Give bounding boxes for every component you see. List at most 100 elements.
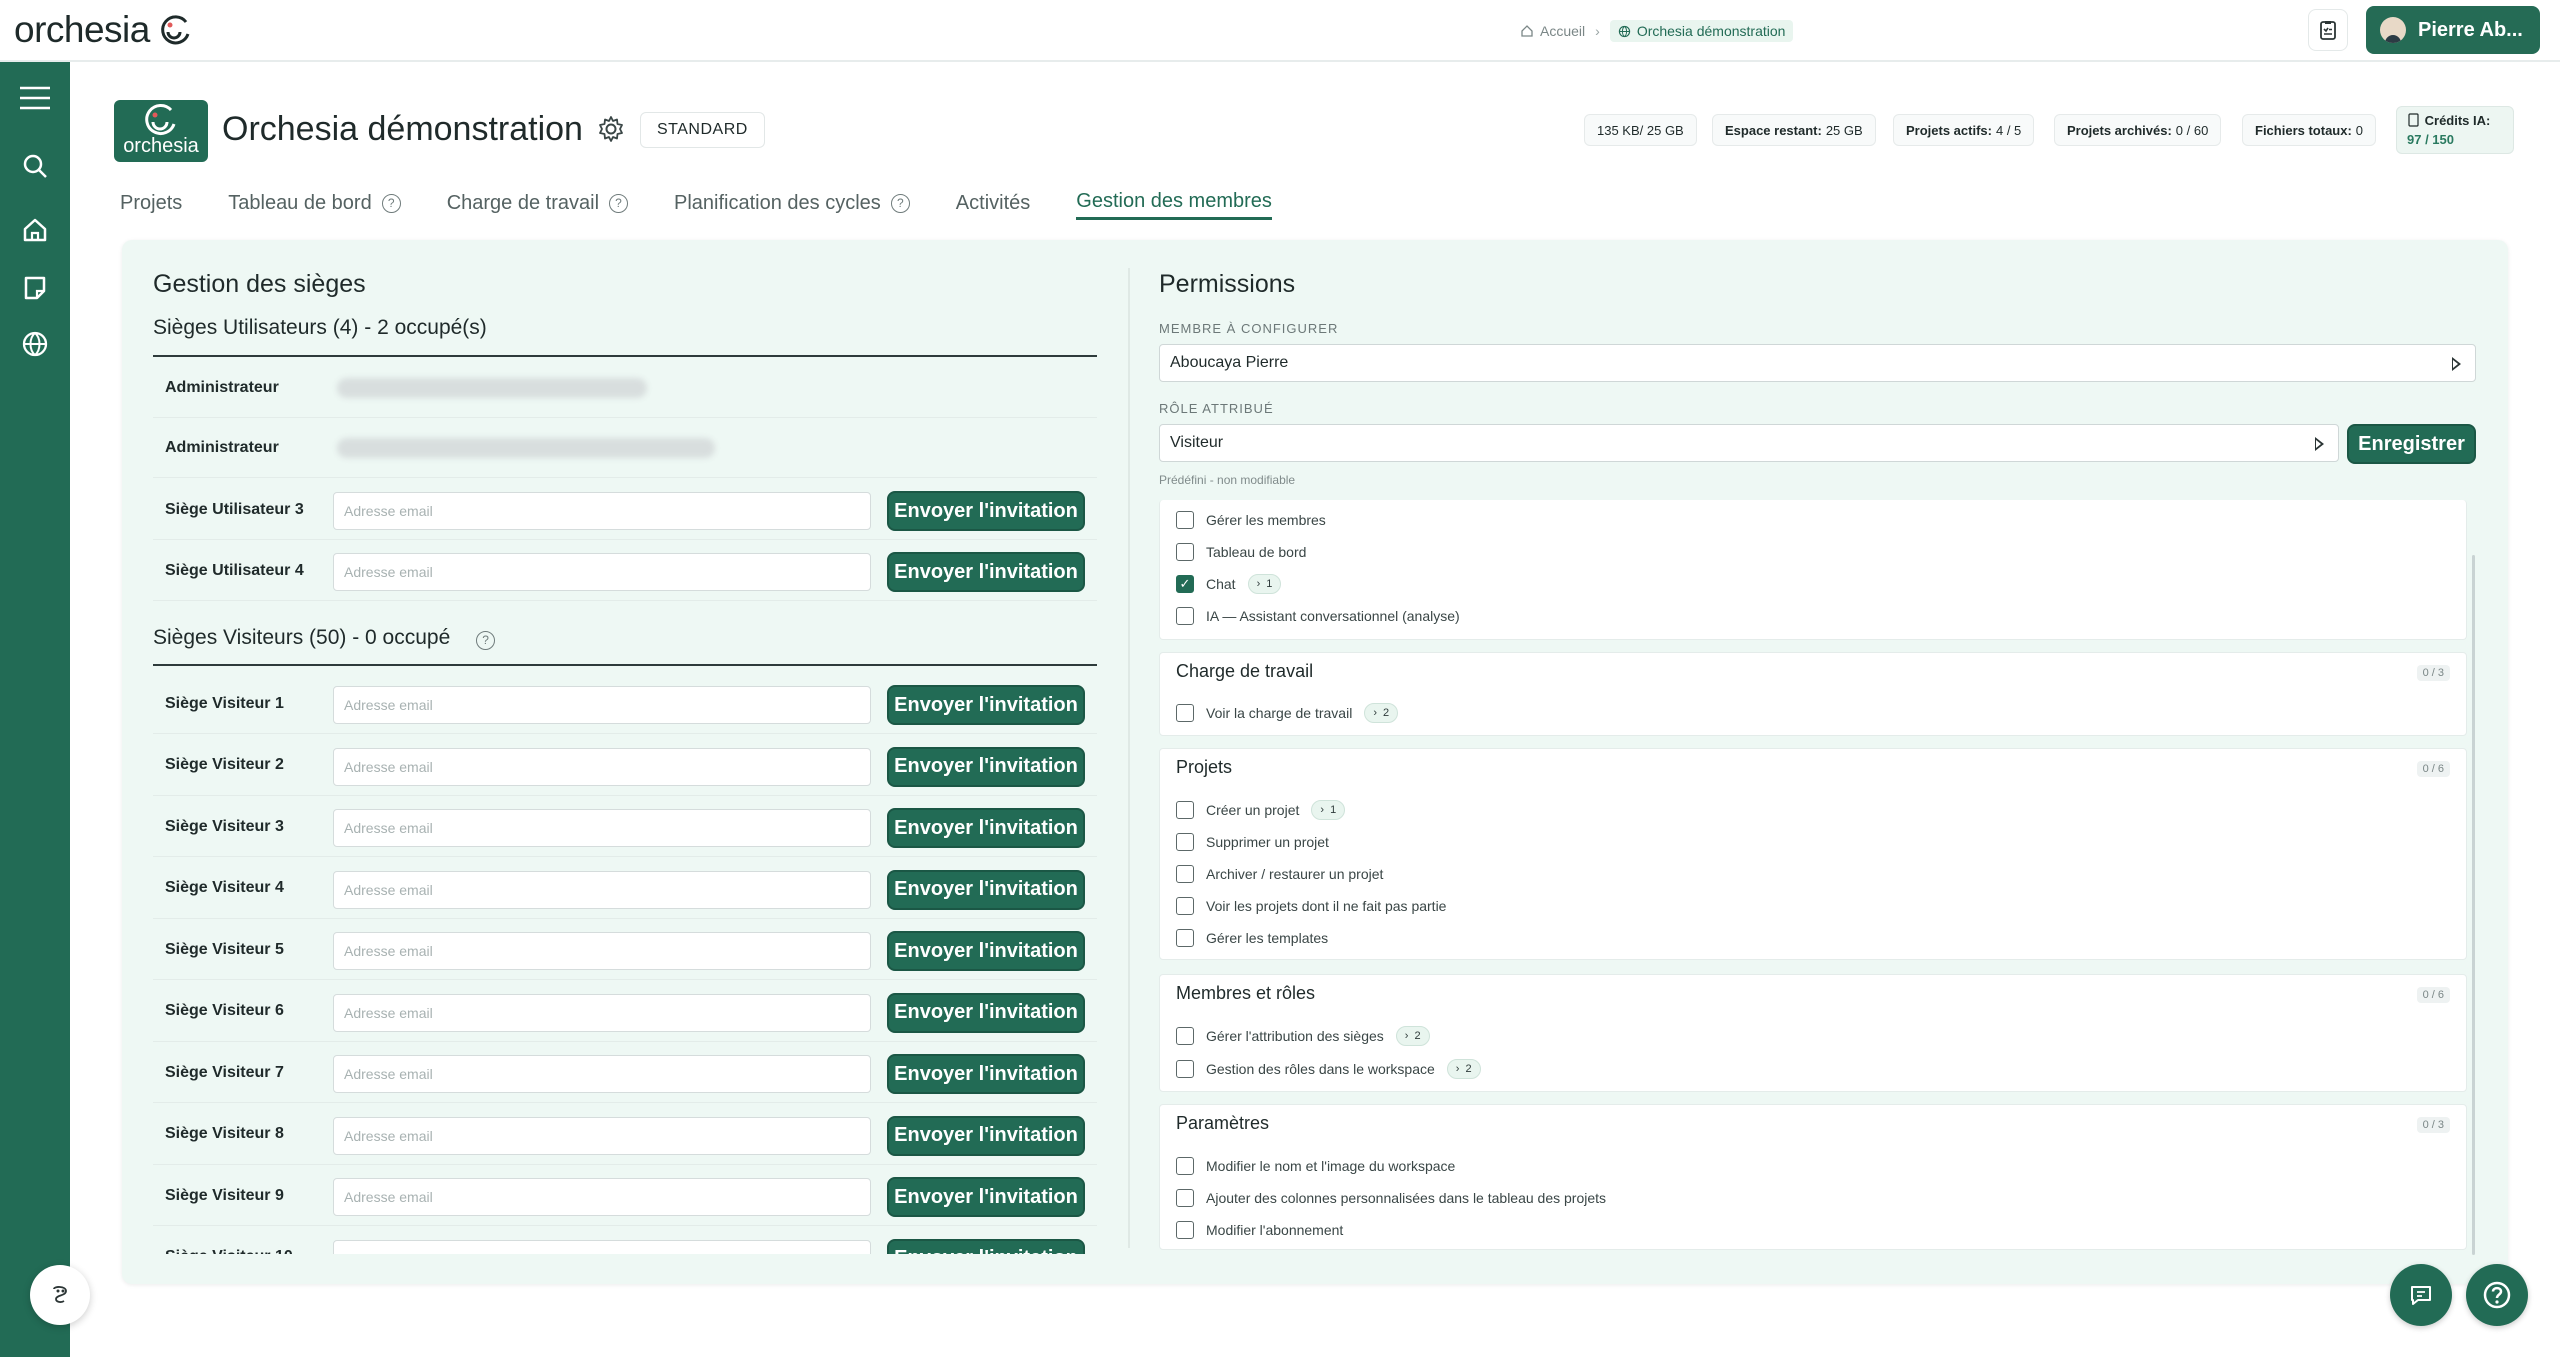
permission-item[interactable]: Gérer l'attribution des sièges › 2 xyxy=(1176,1025,1430,1047)
permission-item[interactable]: Supprimer un projet xyxy=(1176,831,1329,853)
permission-item[interactable]: Modifier le nom et l'image du workspace xyxy=(1176,1155,1455,1177)
email-field[interactable] xyxy=(333,1178,871,1216)
permission-item[interactable]: Ajouter des colonnes personnalisées dans… xyxy=(1176,1187,1606,1209)
save-button[interactable]: Enregistrer xyxy=(2347,424,2476,464)
dependency-chip[interactable]: › 1 xyxy=(1247,574,1282,594)
assistant-button[interactable] xyxy=(30,1265,90,1325)
tab-gestion-membres[interactable]: Gestion des membres xyxy=(1076,186,1272,220)
send-invitation-button[interactable]: Envoyer l'invitation xyxy=(887,1177,1085,1217)
user-menu-button[interactable]: Pierre Ab... xyxy=(2366,6,2540,54)
tasks-button[interactable] xyxy=(2308,9,2348,51)
send-invitation-button[interactable]: Envoyer l'invitation xyxy=(887,685,1085,725)
send-invitation-button[interactable]: Envoyer l'invitation xyxy=(887,808,1085,848)
email-field[interactable] xyxy=(333,1055,871,1093)
checkbox[interactable] xyxy=(1176,929,1194,947)
permissions-list[interactable]: Gérer les membres Tableau de bord ✓ Chat ›… xyxy=(1159,500,2477,1255)
permission-item[interactable]: Créer un projet › 1 xyxy=(1176,799,1346,821)
tab-charge-de-travail[interactable]: Charge de travail? xyxy=(447,186,629,220)
permission-item[interactable]: ✓ Chat › 1 xyxy=(1176,573,1282,595)
checkbox[interactable] xyxy=(1176,543,1194,561)
role-select[interactable]: Visiteur xyxy=(1159,424,2339,462)
seat-row: Siège Utilisateur 3 Envoyer l'invitation xyxy=(153,480,1097,540)
email-field[interactable] xyxy=(333,686,871,724)
email-field[interactable] xyxy=(333,747,871,786)
send-invitation-button[interactable]: Envoyer l'invitation xyxy=(887,491,1085,531)
seat-row: Administrateur xyxy=(153,358,1097,418)
tab-tableau-de-bord[interactable]: Tableau de bord? xyxy=(228,186,401,220)
notes-icon[interactable] xyxy=(15,268,55,308)
checkbox[interactable] xyxy=(1176,1221,1194,1239)
globe-icon[interactable] xyxy=(15,324,55,364)
help-icon[interactable]: ? xyxy=(476,630,496,650)
checkbox[interactable] xyxy=(1176,1027,1194,1045)
help-icon[interactable]: ? xyxy=(890,193,910,213)
email-field[interactable] xyxy=(333,553,871,591)
role-hint: Prédéfini - non modifiable xyxy=(1159,473,1296,487)
dependency-chip[interactable]: › 2 xyxy=(1446,1059,1481,1079)
tab-planification[interactable]: Planification des cycles? xyxy=(674,186,910,220)
permission-item[interactable]: Modifier l'abonnement xyxy=(1176,1219,1343,1241)
checkbox[interactable] xyxy=(1176,801,1194,819)
dependency-chip[interactable]: › 1 xyxy=(1311,800,1346,820)
help-icon[interactable]: ? xyxy=(609,193,629,213)
checkbox[interactable] xyxy=(1176,607,1194,625)
menu-icon[interactable] xyxy=(15,78,55,118)
breadcrumb-current[interactable]: Orchesia démonstration xyxy=(1609,20,1794,42)
permission-item[interactable]: IA — Assistant conversationnel (analyse) xyxy=(1176,605,1460,627)
member-select[interactable]: Aboucaya Pierre xyxy=(1159,344,2476,382)
app-logo[interactable]: orchesia xyxy=(14,9,192,50)
help-icon[interactable]: ? xyxy=(381,193,401,213)
seat-row: Siège Visiteur 2 Envoyer l'invitation xyxy=(153,736,1097,796)
caret-right-icon xyxy=(2315,437,2324,451)
email-field[interactable] xyxy=(333,1239,871,1254)
chat-button[interactable] xyxy=(2390,1264,2452,1326)
send-invitation-button[interactable]: Envoyer l'invitation xyxy=(887,552,1085,592)
workspace-logo-mark-icon xyxy=(145,104,176,135)
scrollbar[interactable] xyxy=(2472,555,2475,1255)
email-field[interactable] xyxy=(333,1116,871,1155)
send-invitation-button[interactable]: Envoyer l'invitation xyxy=(887,931,1085,971)
permission-item[interactable]: Voir la charge de travail › 2 xyxy=(1176,702,1399,724)
permission-item[interactable]: Tableau de bord xyxy=(1176,541,1306,563)
tab-projets[interactable]: Projets xyxy=(120,186,182,220)
send-invitation-button[interactable]: Envoyer l'invitation xyxy=(887,1238,1085,1254)
email-field[interactable] xyxy=(333,932,871,970)
permission-item[interactable]: Gérer les membres xyxy=(1176,509,1326,531)
breadcrumb-home[interactable]: Accueil xyxy=(1520,23,1585,39)
seat-row: Siège Utilisateur 4 Envoyer l'invitation xyxy=(153,541,1097,601)
checkbox[interactable] xyxy=(1176,897,1194,915)
checkbox[interactable] xyxy=(1176,704,1194,722)
checkbox[interactable] xyxy=(1176,833,1194,851)
dependency-chip[interactable]: › 2 xyxy=(1364,703,1399,723)
search-icon[interactable] xyxy=(15,146,55,186)
credits-icon xyxy=(2408,113,2419,127)
checkbox[interactable] xyxy=(1176,1189,1194,1207)
help-button[interactable] xyxy=(2466,1264,2528,1326)
permission-item[interactable]: Archiver / restaurer un projet xyxy=(1176,863,1383,885)
breadcrumb-separator-icon: › xyxy=(1595,23,1600,39)
email-field[interactable] xyxy=(333,870,871,909)
send-invitation-button[interactable]: Envoyer l'invitation xyxy=(887,1115,1085,1156)
gear-icon[interactable] xyxy=(596,114,626,144)
home-icon[interactable] xyxy=(15,210,55,250)
dependency-chip[interactable]: › 2 xyxy=(1395,1026,1430,1046)
email-field[interactable] xyxy=(333,492,871,530)
seat-email-redacted xyxy=(337,438,715,458)
checkbox[interactable] xyxy=(1176,511,1194,529)
seat-label: Administrateur xyxy=(165,378,279,396)
checkbox[interactable] xyxy=(1176,865,1194,883)
checkbox[interactable] xyxy=(1176,1060,1194,1078)
email-field[interactable] xyxy=(333,993,871,1032)
checkbox[interactable] xyxy=(1176,1157,1194,1175)
send-invitation-button[interactable]: Envoyer l'invitation xyxy=(887,1054,1085,1094)
checkbox-checked[interactable]: ✓ xyxy=(1176,575,1194,593)
send-invitation-button[interactable]: Envoyer l'invitation xyxy=(887,746,1085,787)
send-invitation-button[interactable]: Envoyer l'invitation xyxy=(887,869,1085,910)
tab-activites[interactable]: Activités xyxy=(956,186,1030,220)
permission-item[interactable]: Gérer les templates xyxy=(1176,927,1328,949)
user-name: Pierre Ab... xyxy=(2418,18,2523,41)
permission-item[interactable]: Voir les projets dont il ne fait pas par… xyxy=(1176,895,1446,917)
permission-item[interactable]: Gestion des rôles dans le workspace › 2 xyxy=(1176,1058,1481,1080)
email-field[interactable] xyxy=(333,809,871,847)
send-invitation-button[interactable]: Envoyer l'invitation xyxy=(887,992,1085,1033)
